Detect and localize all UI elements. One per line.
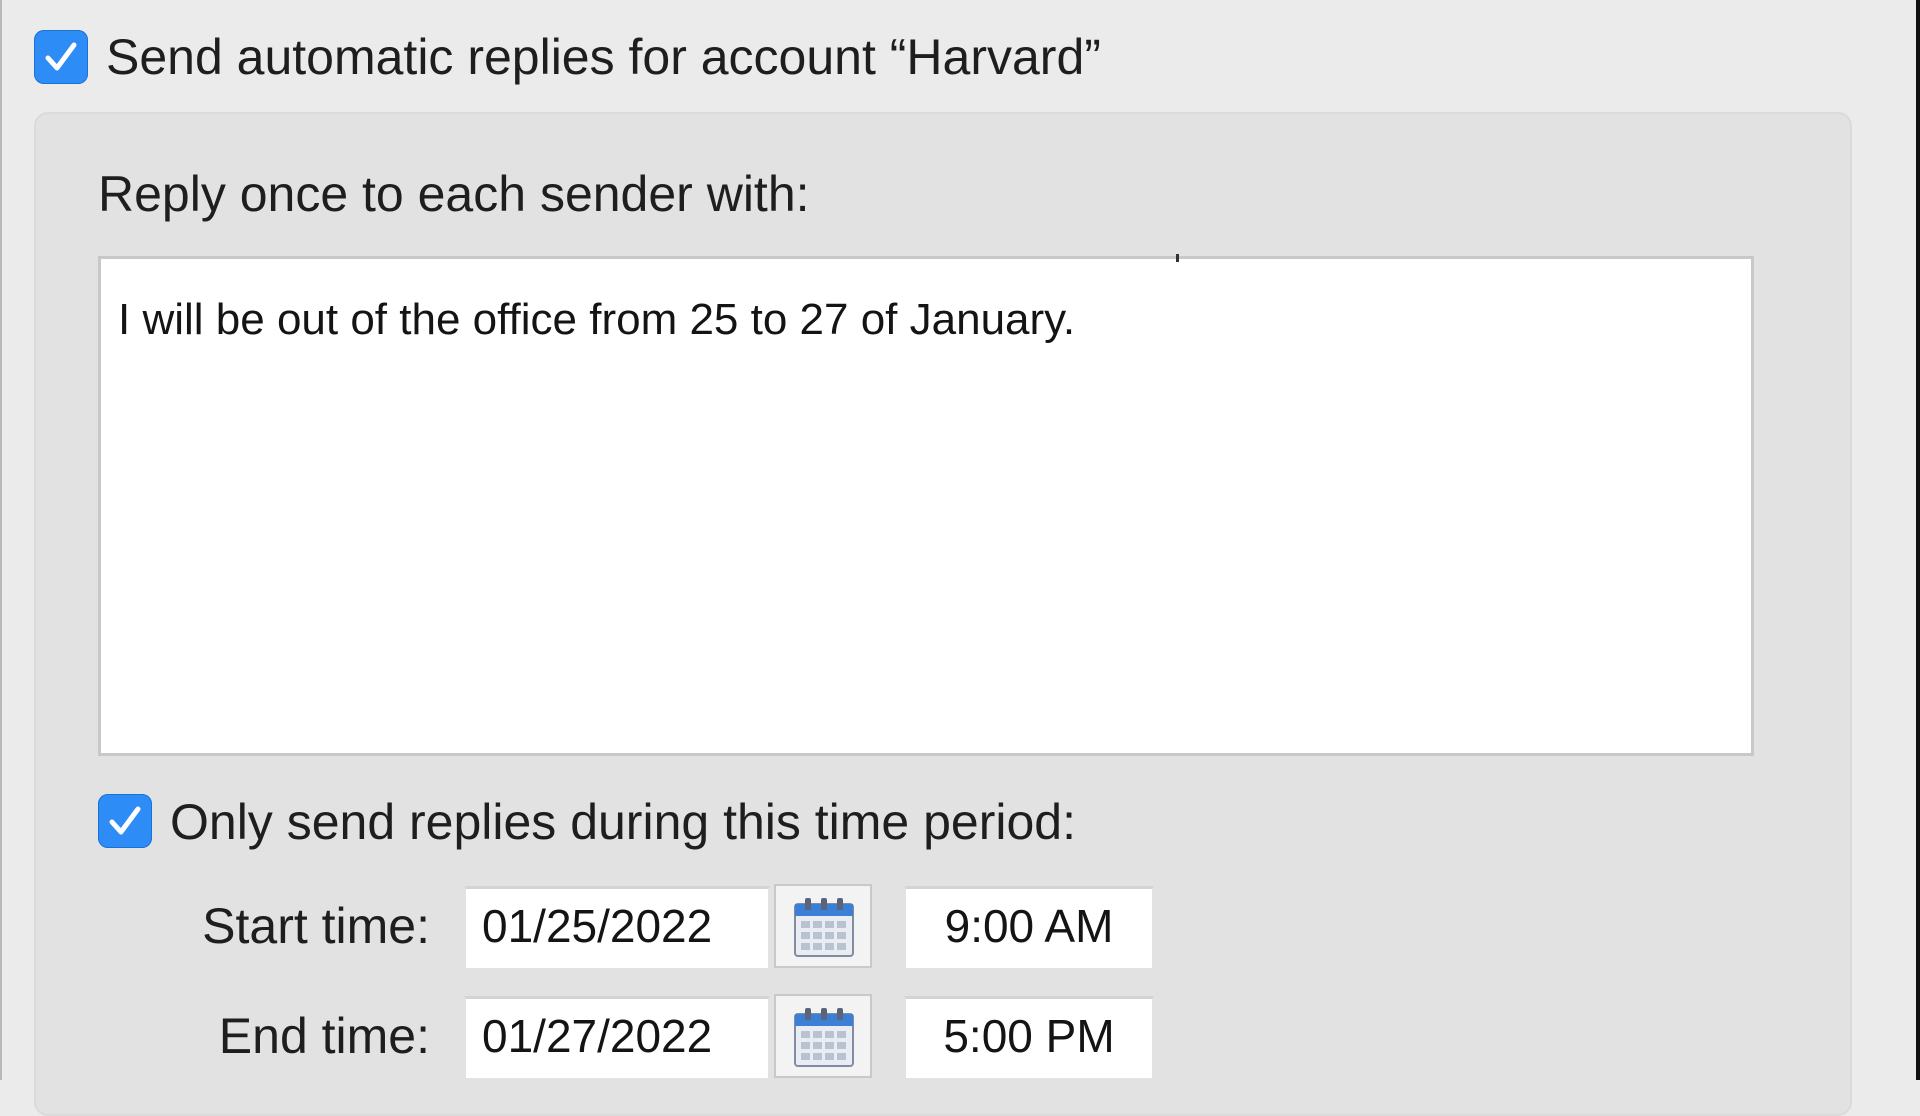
- reply-message-label: Reply once to each sender with:: [98, 166, 810, 222]
- start-time-field[interactable]: 9:00 AM: [904, 886, 1154, 968]
- text-caret: [1176, 254, 1179, 262]
- calendar-icon: [794, 1008, 854, 1067]
- send-auto-replies-label[interactable]: Send automatic replies for account “Harv…: [106, 26, 1101, 88]
- checkmark-icon: [45, 42, 77, 71]
- end-date-field[interactable]: 01/27/2022: [464, 996, 770, 1078]
- time-period-checkbox[interactable]: [98, 794, 152, 848]
- window-right-border: [1916, 0, 1920, 1080]
- send-auto-replies-checkbox[interactable]: [34, 30, 88, 84]
- reply-message-text[interactable]: I will be out of the office from 25 to 2…: [118, 292, 1075, 348]
- auto-reply-window: Send automatic replies for account “Harv…: [0, 0, 1920, 1116]
- window-left-border: [0, 0, 2, 1080]
- checkmark-icon: [109, 806, 141, 835]
- end-time-label: End time:: [218, 1008, 430, 1064]
- end-date-picker-button[interactable]: [774, 994, 872, 1078]
- time-period-label[interactable]: Only send replies during this time perio…: [170, 792, 1076, 852]
- start-date-picker-button[interactable]: [774, 884, 872, 968]
- calendar-icon: [794, 898, 854, 957]
- end-time-field[interactable]: 5:00 PM: [904, 996, 1154, 1078]
- start-time-label: Start time:: [202, 898, 430, 954]
- start-date-field[interactable]: 01/25/2022: [464, 886, 770, 968]
